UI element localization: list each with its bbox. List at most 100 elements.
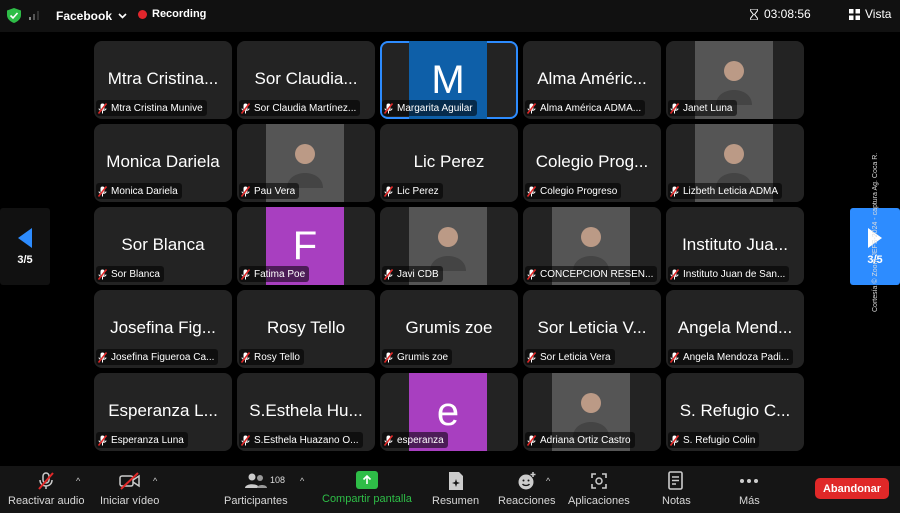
participant-name: Margarita Aguilar xyxy=(397,102,473,114)
participant-display-name: Sor Claudia... xyxy=(254,69,358,88)
unmute-label: Reactivar audio xyxy=(8,495,85,507)
more-label: Más xyxy=(739,495,760,507)
participant-name-tag: CONCEPCION RESEN... xyxy=(525,266,658,282)
participant-tile[interactable]: Lizbeth Leticia ADMA xyxy=(666,124,804,202)
participant-tile[interactable]: Lic Perez Lic Perez xyxy=(380,124,518,202)
participant-display-name: Lic Perez xyxy=(413,152,485,171)
leave-button[interactable]: Abandonar xyxy=(815,478,889,499)
participant-name: Colegio Progreso xyxy=(540,185,618,197)
hourglass-icon xyxy=(750,8,758,20)
participant-tile[interactable]: Grumis zoe Grumis zoe xyxy=(380,290,518,368)
participant-name: S. Refugio Colin xyxy=(683,434,756,446)
unmute-button[interactable]: Reactivar audio xyxy=(8,471,84,507)
participant-tile[interactable]: Sor Blanca Sor Blanca xyxy=(94,207,232,285)
notes-button[interactable]: Notas xyxy=(662,471,691,507)
mic-muted-icon xyxy=(670,351,679,363)
participant-display-name: Instituto Jua... xyxy=(682,235,788,254)
participant-name: Lic Perez xyxy=(397,185,439,197)
participant-tile[interactable]: Esperanza L... Esperanza Luna xyxy=(94,373,232,451)
participant-name-tag: Rosy Tello xyxy=(239,349,304,365)
participant-name: Sor Leticia Vera xyxy=(540,351,611,363)
participant-name-tag: Fatima Poe xyxy=(239,266,310,282)
smiley-icon xyxy=(518,472,536,490)
participant-display-name: Sor Leticia V... xyxy=(537,318,647,337)
view-button[interactable]: Vista xyxy=(849,7,891,21)
participant-name: Instituto Juan de San... xyxy=(683,268,786,280)
participant-tile[interactable]: CONCEPCION RESEN... xyxy=(523,207,661,285)
participant-tile[interactable]: Monica Dariela Monica Dariela xyxy=(94,124,232,202)
participant-name-tag: Janet Luna xyxy=(668,100,737,116)
participant-name-tag: S.Esthela Huazano O... xyxy=(239,432,363,448)
share-screen-button[interactable]: Compartir pantalla xyxy=(322,471,412,505)
participant-name-tag: Alma América ADMA... xyxy=(525,100,646,116)
stream-dropdown[interactable]: Facebook xyxy=(50,6,133,26)
participant-tile[interactable]: Janet Luna xyxy=(666,41,804,119)
participant-tile[interactable]: Sor Leticia V... Sor Leticia Vera xyxy=(523,290,661,368)
participant-name: Rosy Tello xyxy=(254,351,300,363)
mic-muted-icon xyxy=(527,434,536,446)
participant-tile[interactable]: Mtra Cristina... Mtra Cristina Munive xyxy=(94,41,232,119)
participant-tile[interactable]: Alma Améric... Alma América ADMA... xyxy=(523,41,661,119)
participant-tile[interactable]: Josefina Fig... Josefina Figueroa Ca... xyxy=(94,290,232,368)
summary-button[interactable]: Resumen xyxy=(432,471,479,507)
apps-button[interactable]: Aplicaciones xyxy=(568,471,630,507)
participant-display-name: Rosy Tello xyxy=(266,318,346,337)
record-dot-icon xyxy=(138,9,147,19)
start-video-label: Iniciar vídeo xyxy=(100,495,160,507)
mic-muted-icon xyxy=(384,434,393,446)
participant-tile[interactable]: S. Refugio C... S. Refugio Colin xyxy=(666,373,804,451)
mic-muted-icon xyxy=(98,102,107,114)
participant-tile[interactable]: M Margarita Aguilar xyxy=(380,41,518,119)
participant-tile[interactable]: S.Esthela Hu... S.Esthela Huazano O... xyxy=(237,373,375,451)
mic-muted-icon xyxy=(527,185,536,197)
previous-page-button[interactable]: 3/5 xyxy=(0,208,50,285)
participant-name-tag: Lic Perez xyxy=(382,183,443,199)
participant-name-tag: Sor Blanca xyxy=(96,266,164,282)
participant-count: 108 xyxy=(270,475,286,485)
shield-check-icon[interactable] xyxy=(7,8,21,23)
participant-name-tag: Angela Mendoza Padi... xyxy=(668,349,794,365)
participant-tile[interactable]: Instituto Jua... Instituto Juan de San... xyxy=(666,207,804,285)
audio-options-caret-icon[interactable]: ^ xyxy=(76,476,80,486)
participant-tile[interactable]: Pau Vera xyxy=(237,124,375,202)
stream-label: Facebook xyxy=(56,9,113,23)
mic-muted-icon xyxy=(98,351,107,363)
participant-tile[interactable]: e esperanza xyxy=(380,373,518,451)
mic-muted-icon xyxy=(527,351,536,363)
notes-label: Notas xyxy=(662,495,691,507)
reactions-caret-icon[interactable]: ^ xyxy=(546,476,550,486)
page-indicator-left: 3/5 xyxy=(17,253,33,266)
participant-tile[interactable]: Adriana Ortiz Castro xyxy=(523,373,661,451)
participant-tile[interactable]: Colegio Prog... Colegio Progreso xyxy=(523,124,661,202)
participant-tile[interactable]: Rosy Tello Rosy Tello xyxy=(237,290,375,368)
start-video-button[interactable]: Iniciar vídeo xyxy=(100,471,159,507)
recording-indicator[interactable]: Recording xyxy=(138,8,206,20)
more-button[interactable]: Más xyxy=(739,471,760,507)
participant-name: Angela Mendoza Padi... xyxy=(683,351,790,363)
participant-tile[interactable]: Javi CDB xyxy=(380,207,518,285)
apps-icon xyxy=(591,473,607,489)
participant-name: Josefina Figueroa Ca... xyxy=(111,351,215,363)
participant-display-name: Angela Mend... xyxy=(677,318,793,337)
participant-tile[interactable]: F Fatima Poe xyxy=(237,207,375,285)
participant-display-name: S. Refugio C... xyxy=(679,401,791,420)
video-options-caret-icon[interactable]: ^ xyxy=(153,476,157,486)
participant-name-tag: esperanza xyxy=(382,432,448,448)
participant-name-tag: Monica Dariela xyxy=(96,183,182,199)
participant-name: Mtra Cristina Munive xyxy=(111,102,203,114)
participant-name: Alma América ADMA... xyxy=(540,102,642,114)
participant-name-tag: Adriana Ortiz Castro xyxy=(525,432,635,448)
participant-tile[interactable]: Sor Claudia... Sor Claudia Martínez... xyxy=(237,41,375,119)
participants-caret-icon[interactable]: ^ xyxy=(300,476,304,486)
camera-off-icon xyxy=(118,472,140,490)
participant-name-tag: Margarita Aguilar xyxy=(382,100,477,116)
participant-name-tag: Javi CDB xyxy=(382,266,443,282)
participant-display-name: Mtra Cristina... xyxy=(107,69,219,88)
participant-tile[interactable]: Angela Mend... Angela Mendoza Padi... xyxy=(666,290,804,368)
participant-name: S.Esthela Huazano O... xyxy=(254,434,359,446)
participant-name: esperanza xyxy=(397,434,444,446)
signal-icon[interactable] xyxy=(29,10,39,20)
mic-muted-icon xyxy=(241,351,250,363)
reactions-label: Reacciones xyxy=(498,495,556,507)
meeting-timer: 03:08:56 xyxy=(750,7,811,21)
